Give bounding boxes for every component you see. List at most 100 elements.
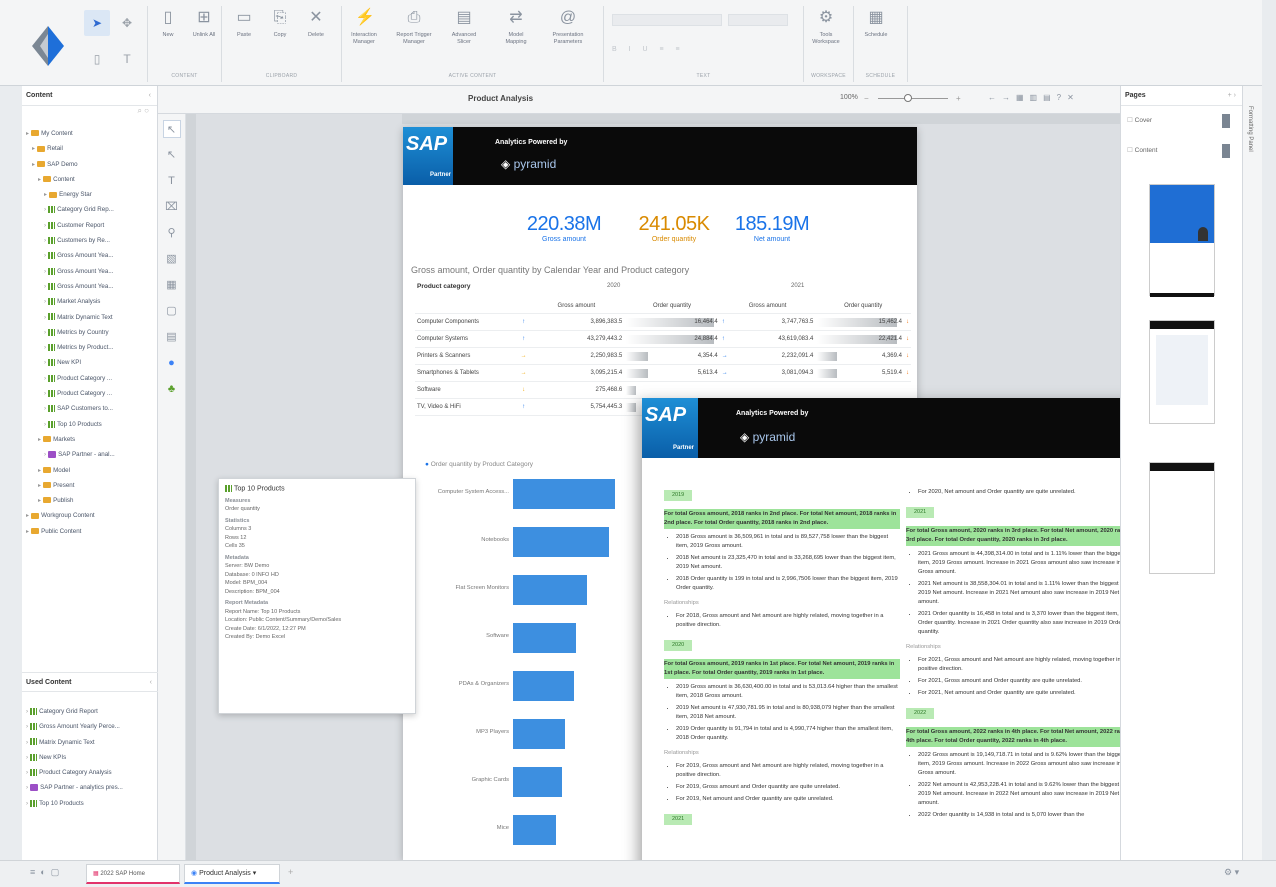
expand-arrow-icon[interactable]: › [26,784,28,791]
tree-folder[interactable]: ▸ Markets [26,432,157,447]
bar[interactable] [513,719,566,749]
tree-item[interactable]: › Product Category Analysis [26,765,158,780]
bar[interactable] [513,575,588,605]
select-icon[interactable]: ↖ [162,120,181,138]
tab-product-analysis[interactable]: ◉ Product Analysis ▾ [184,864,280,884]
tree-folder[interactable]: ▸ Workgroup Content [26,508,157,523]
expand-arrow-icon[interactable]: ▸ [38,436,41,443]
tree-item[interactable]: › SAP Customers to... [26,401,157,416]
bar[interactable] [513,527,609,557]
bar[interactable] [513,479,615,509]
expand-arrow-icon[interactable]: › [44,451,46,458]
collapse-icon[interactable]: ‹ [149,86,151,106]
zoom-out-icon[interactable]: − [864,94,869,103]
expand-arrow-icon[interactable]: › [44,390,46,397]
expand-arrow-icon[interactable]: ▸ [38,176,41,183]
tree-item[interactable]: › Product Category ... [26,371,157,386]
expand-arrow-icon[interactable]: ▸ [32,161,35,168]
tree-folder[interactable]: ▸ Model [26,463,157,478]
tree-item[interactable]: › New KPIs [26,750,158,765]
search-icon[interactable]: ⌕ ○ [22,106,157,120]
arrow-icon[interactable]: ↖ [163,146,181,164]
zoom-slider-handle[interactable] [904,94,912,102]
expand-arrow-icon[interactable]: › [26,754,28,761]
delete-button[interactable]: ✕ Delete [298,8,334,39]
tree-item[interactable]: › Category Grid Rep... [26,202,157,217]
frame-icon[interactable]: ▢ [163,302,181,320]
expand-arrow-icon[interactable]: › [44,237,46,244]
tree-item[interactable]: › SAP Partner - anal... [26,447,157,462]
text-icon[interactable]: T [114,46,140,72]
expand-arrow-icon[interactable]: › [26,769,28,776]
expand-arrow-icon[interactable]: › [26,800,28,807]
tree-item[interactable]: › SAP Partner - analytics pres... [26,780,158,795]
page-thumbnail-3[interactable] [1149,462,1215,574]
tree-item[interactable]: › Metrics by Country [26,325,157,340]
tree-item[interactable]: › Gross Amount Yea... [26,248,157,263]
tree-item[interactable]: › Product Category ... [26,386,157,401]
tab-sap-home[interactable]: ▦ 2022 SAP Home [86,864,180,884]
font-size-select[interactable] [728,14,788,26]
tree-item[interactable]: › Gross Amount Yea... [26,264,157,279]
expand-arrow-icon[interactable]: › [44,268,46,275]
text-format-buttons[interactable]: B I U ≡ ≡ [612,46,722,58]
tree-folder[interactable]: ▸ SAP Demo [26,157,157,172]
zoom-level[interactable]: 100% [840,94,858,101]
expand-arrow-icon[interactable]: ▸ [38,482,41,489]
collapse-icon[interactable]: ‹ [150,673,152,693]
tree-item[interactable]: › Market Analysis [26,294,157,309]
unlink-all-button[interactable]: ⊞ Unlink All [186,8,222,39]
tree-item[interactable]: › Category Grid Report [26,704,158,719]
bar[interactable] [513,815,556,845]
page-item-cover[interactable]: ☐ Cover [1127,114,1238,146]
schedule-button[interactable]: ▦ Schedule [858,8,894,39]
bar[interactable] [513,623,577,653]
expand-arrow-icon[interactable]: › [44,359,46,366]
expand-arrow-icon[interactable]: › [26,723,28,730]
advanced-slicer-button[interactable]: ▤ Advanced Slicer [446,8,482,46]
expand-arrow-icon[interactable]: › [44,329,46,336]
tools-workspace-button[interactable]: ⚙ Tools Workspace [808,8,844,46]
expand-arrow-icon[interactable]: › [44,344,46,351]
tree-item[interactable]: › Matrix Dynamic Text [26,310,157,325]
bar[interactable] [513,671,575,701]
expand-arrow-icon[interactable]: › [44,206,46,213]
expand-arrow-icon[interactable]: › [44,375,46,382]
expand-arrow-icon[interactable]: › [44,421,46,428]
tree-item[interactable]: › Top 10 Products [26,417,157,432]
hand-icon[interactable]: ✥ [114,10,140,36]
tree-item[interactable]: › Metrics by Product... [26,340,157,355]
tree-item[interactable]: › New KPI [26,355,157,370]
presentation-parameters-button[interactable]: @ Presentation Parameters [550,8,586,46]
tree-folder[interactable]: ▸ Publish [26,493,157,508]
copy-button[interactable]: ⎘ Copy [262,8,298,39]
expand-arrow-icon[interactable]: ▸ [38,497,41,504]
tree-item[interactable]: › Gross Amount Yea... [26,279,157,294]
tree-item[interactable]: › Customer Report [26,218,157,233]
expand-arrow-icon[interactable]: › [44,298,46,305]
expand-arrow-icon[interactable]: › [26,708,28,715]
layers-icon[interactable]: ▤ [163,328,181,346]
zoom-slider[interactable] [878,98,948,99]
search-tool-icon[interactable]: ⚲ [163,224,181,242]
font-family-select[interactable] [612,14,722,26]
new-button[interactable]: ▯ New [150,8,186,39]
pages-nav-icon[interactable]: + › [1228,86,1236,106]
add-tab-icon[interactable]: + [288,867,293,877]
expand-arrow-icon[interactable]: › [26,739,28,746]
tree-item[interactable]: › Matrix Dynamic Text [26,735,158,750]
canvas-tools[interactable]: ←→▦▥▤?✕ [988,93,1080,102]
tree-folder[interactable]: ▸ Public Content [26,524,157,539]
plant-icon[interactable]: ♣ [163,380,181,398]
tree-folder[interactable]: ▸ Content [26,172,157,187]
tree-item[interactable]: › Gross Amount Yearly Perce... [26,719,158,734]
tab-dropdown-icon[interactable]: ▾ [251,870,257,877]
expand-arrow-icon[interactable]: ▸ [26,130,29,137]
tree-folder[interactable]: ▸ Energy Star [26,187,157,202]
text-tool-icon[interactable]: T [163,172,181,190]
expand-arrow-icon[interactable]: › [44,314,46,321]
tree-folder[interactable]: ▸ Retail [26,141,157,156]
tree-folder[interactable]: ▸ My Content [26,126,157,141]
nav-icons[interactable]: ≡◐▢ [30,867,64,878]
bar[interactable] [513,767,562,797]
